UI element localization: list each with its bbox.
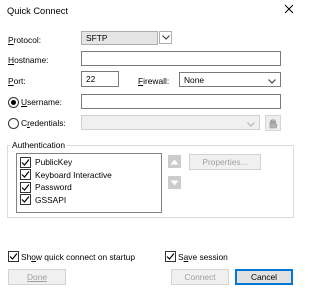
save-session-label: Save session [178, 252, 228, 262]
hostname-input[interactable] [81, 51, 281, 66]
auth-method-publickey[interactable]: PublicKey [20, 156, 161, 169]
authentication-methods-list[interactable]: PublicKey Keyboard Interactive Password … [16, 153, 162, 213]
auth-method-gssapi[interactable]: GSSAPI [20, 194, 161, 207]
credentials-icon [269, 118, 278, 129]
checkmark-icon [21, 196, 30, 204]
checkmark-icon [21, 158, 30, 166]
firewall-value: None [184, 74, 205, 85]
chevron-down-icon [161, 35, 170, 40]
protocol-select[interactable]: SFTP [81, 31, 158, 45]
connect-button[interactable]: Connect [171, 269, 229, 285]
move-up-button[interactable] [168, 155, 181, 168]
show-quick-connect-checkbox[interactable] [8, 251, 19, 262]
credentials-label: Credentials: [21, 118, 66, 128]
credentials-radio[interactable] [8, 118, 19, 129]
move-down-button[interactable] [168, 176, 181, 189]
credentials-manager-button[interactable] [265, 115, 281, 131]
port-value: 22 [86, 74, 96, 84]
username-label: Username: [21, 97, 62, 107]
chevron-down-icon [268, 76, 276, 86]
username-radio[interactable] [8, 97, 19, 108]
checkbox-checked[interactable] [20, 169, 31, 181]
arrow-up-icon [170, 159, 179, 164]
auth-method-label: Keyboard Interactive [35, 169, 112, 180]
checkbox-checked[interactable] [20, 181, 31, 193]
hostname-label: Hostname: [8, 55, 49, 65]
checkmark-icon [9, 253, 18, 260]
chevron-down-icon [247, 119, 255, 129]
show-quick-connect-label: Show quick connect on startup [21, 252, 136, 262]
protocol-label: Protocol: [8, 35, 42, 45]
auth-method-password[interactable]: Password [20, 181, 161, 194]
auth-method-keyboard-interactive[interactable]: Keyboard Interactive [20, 169, 161, 182]
auth-method-label: Password [35, 182, 72, 193]
protocol-label-rest: rotocol: [13, 35, 42, 45]
auth-method-label: GSSAPI [35, 194, 67, 205]
protocol-dropdown-button[interactable] [159, 31, 172, 44]
cancel-button[interactable]: Cancel [235, 269, 293, 285]
port-input[interactable]: 22 [81, 71, 119, 87]
port-label: Port: [8, 76, 26, 86]
auth-method-label: PublicKey [35, 157, 73, 168]
checkbox-checked[interactable] [20, 194, 31, 206]
checkmark-icon [166, 253, 175, 260]
radio-selected-dot [11, 100, 16, 105]
checkbox-checked[interactable] [20, 156, 31, 168]
authentication-group-label: Authentication [10, 140, 68, 150]
firewall-label: Firewall: [138, 76, 170, 86]
properties-button[interactable]: Properties... [189, 154, 261, 170]
checkmark-icon [21, 171, 30, 179]
firewall-select[interactable]: None [179, 72, 281, 87]
done-button-label: Done [26, 272, 48, 282]
checkmark-icon [21, 183, 30, 191]
window-title: Quick Connect [7, 6, 68, 16]
username-input[interactable] [81, 94, 281, 109]
protocol-value: SFTP [86, 33, 108, 43]
save-session-checkbox[interactable] [165, 251, 176, 262]
arrow-down-icon [170, 180, 179, 185]
done-button[interactable]: Done [8, 269, 66, 285]
credentials-select[interactable] [81, 115, 260, 130]
close-icon[interactable] [283, 3, 295, 15]
